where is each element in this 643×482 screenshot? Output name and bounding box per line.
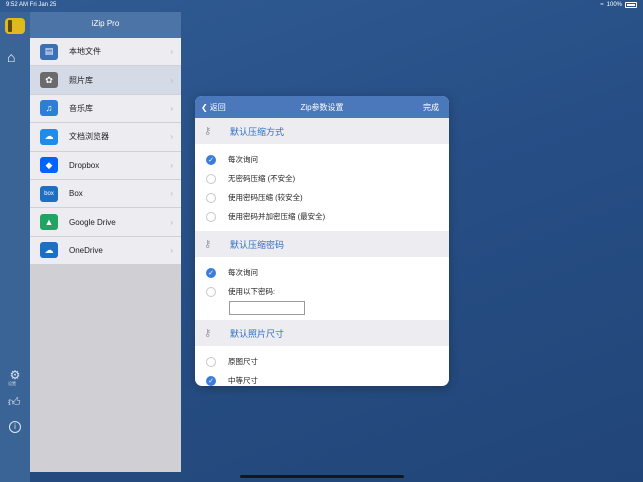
sidebar-item-label: 照片库 (69, 75, 93, 85)
folder-icon: ▤ (40, 43, 58, 60)
sidebar-item[interactable]: ☁ OneDrive › (30, 236, 181, 266)
radio-option[interactable]: 原图尺寸 (195, 352, 449, 371)
radio-option[interactable]: 无密码压缩 (不安全) (195, 169, 449, 188)
radio-checked-icon[interactable]: ✓ (206, 267, 216, 278)
radio-option-label: 无密码压缩 (不安全) (228, 174, 296, 183)
radio-option-label: 使用密码并加密压缩 (最安全) (228, 212, 326, 221)
radio-option[interactable]: 使用密码并加密压缩 (最安全) (195, 207, 449, 226)
radio-option[interactable]: ✓ 每次询问 (195, 150, 449, 169)
chevron-right-icon: › (170, 189, 173, 199)
wifi-icon: ≈ (600, 2, 604, 8)
sidebar-item[interactable]: ☁ 文档浏览器 › (30, 123, 181, 152)
chevron-right-icon: › (170, 217, 173, 227)
radio-option[interactable]: ✓ 每次询问 (195, 263, 449, 282)
battery-icon (625, 2, 637, 8)
radio-unchecked-icon[interactable] (206, 286, 216, 297)
key-icon: ⚷ (204, 327, 212, 339)
radio-checked-icon[interactable]: ✓ (206, 154, 216, 165)
zip-settings-dialog: ❮ 返回 Zip参数设置 完成 ⚷ 默认压缩方式 ✓ 每次询问 无密码压缩 (不安全… (195, 96, 449, 386)
section-compression-header: ⚷ 默认压缩方式 (195, 118, 449, 144)
info-icon[interactable]: i (9, 421, 21, 433)
sidebar-list: ▤ 本地文件 › ✿ 照片库 › ♫ 音乐库 › ☁ 文档浏览器 › ◆ Dropbox › box Box › ▲… (30, 38, 181, 266)
status-right: ≈ 100% (600, 2, 637, 8)
sidebar-panel: iZip Pro ▤ 本地文件 › ✿ 照片库 › ♫ 音乐库 › ☁ 文档浏览器 › ◆ Dropbox… (30, 12, 181, 472)
radio-unchecked-icon[interactable] (206, 173, 216, 184)
chevron-right-icon: › (170, 103, 173, 113)
sidebar-item-label: Box (69, 189, 83, 199)
radio-option[interactable]: ✓ 中等尺寸 (195, 371, 449, 386)
dialog-header: ❮ 返回 Zip参数设置 完成 (195, 96, 449, 118)
radio-option-label: 使用密码压缩 (较安全) (228, 193, 303, 202)
photos-icon: ✿ (40, 72, 58, 89)
chevron-right-icon: › (170, 245, 173, 255)
settings-label: 设置 (8, 381, 16, 386)
radio-unchecked-icon[interactable] (206, 192, 216, 203)
chevron-right-icon: › (170, 160, 173, 170)
onedrive-icon: ☁ (40, 242, 58, 259)
sidebar-item-label: Dropbox (69, 160, 100, 170)
radio-option-label: 每次询问 (228, 155, 258, 164)
home-icon[interactable]: ⌂ (7, 49, 15, 65)
chevron-right-icon: › (170, 47, 173, 57)
gear-icon[interactable]: ⚙ (9, 368, 21, 382)
left-rail: ⌂ ⚙ 设置 👍︎ i (0, 12, 30, 482)
radio-option-label: 每次询问 (228, 268, 258, 277)
radio-option-label: 原图尺寸 (228, 357, 258, 366)
radio-option[interactable]: 使用以下密码: (195, 282, 449, 301)
radio-unchecked-icon[interactable] (206, 356, 216, 367)
sidebar-item[interactable]: ◆ Dropbox › (30, 151, 181, 180)
dialog-title: Zip参数设置 (300, 103, 344, 112)
sidebar-item[interactable]: ▲ Google Drive › (30, 208, 181, 237)
key-icon: ⚷ (204, 238, 212, 250)
chevron-right-icon: › (170, 132, 173, 142)
sidebar-item[interactable]: ♫ 音乐库 › (30, 94, 181, 124)
sidebar-title: iZip Pro (30, 12, 181, 38)
thumbs-up-icon[interactable]: 👍︎ (8, 395, 21, 410)
radio-unchecked-icon[interactable] (206, 211, 216, 222)
section-title: 默认压缩密码 (230, 239, 285, 250)
google-drive-icon: ▲ (40, 214, 58, 231)
status-bar: 9:52 AM Fri Jan 25 ≈ 100% (0, 0, 643, 12)
status-time: 9:52 AM Fri Jan 25 (6, 2, 57, 8)
radio-checked-icon[interactable]: ✓ (206, 375, 216, 386)
app-logo-icon[interactable] (5, 18, 25, 34)
music-icon: ♫ (40, 100, 58, 117)
sidebar-item-label: 音乐库 (69, 103, 93, 113)
home-indicator[interactable] (240, 475, 404, 478)
section-title: 默认压缩方式 (230, 126, 285, 137)
radio-option-label: 中等尺寸 (228, 376, 258, 385)
box-icon: box (40, 185, 58, 202)
sidebar-item[interactable]: ▤ 本地文件 › (30, 38, 181, 67)
chevron-right-icon: › (170, 75, 173, 85)
sidebar-item[interactable]: box Box › (30, 179, 181, 209)
battery-percent: 100% (606, 2, 622, 8)
section-title: 默认照片尺寸 (230, 328, 285, 339)
cloud-doc-icon: ☁ (40, 128, 58, 145)
sidebar-item-label: 本地文件 (69, 47, 101, 57)
key-icon: ⚷ (204, 125, 212, 137)
section-photo-size-header: ⚷ 默认照片尺寸 (195, 320, 449, 346)
sidebar-item-label: Google Drive (69, 217, 116, 227)
sidebar-item[interactable]: ✿ 照片库 › (30, 66, 181, 95)
sidebar-item-label: OneDrive (69, 245, 103, 255)
done-button[interactable]: 完成 (423, 102, 439, 113)
password-input[interactable] (229, 301, 305, 315)
sidebar-item-label: 文档浏览器 (69, 132, 109, 142)
dropbox-icon: ◆ (40, 157, 58, 174)
radio-option-label: 使用以下密码: (228, 287, 276, 296)
section-password-header: ⚷ 默认压缩密码 (195, 231, 449, 257)
dialog-body[interactable]: ⚷ 默认压缩方式 ✓ 每次询问 无密码压缩 (不安全) 使用密码压缩 (较安全) 使用密… (195, 118, 449, 386)
radio-option[interactable]: 使用密码压缩 (较安全) (195, 188, 449, 207)
